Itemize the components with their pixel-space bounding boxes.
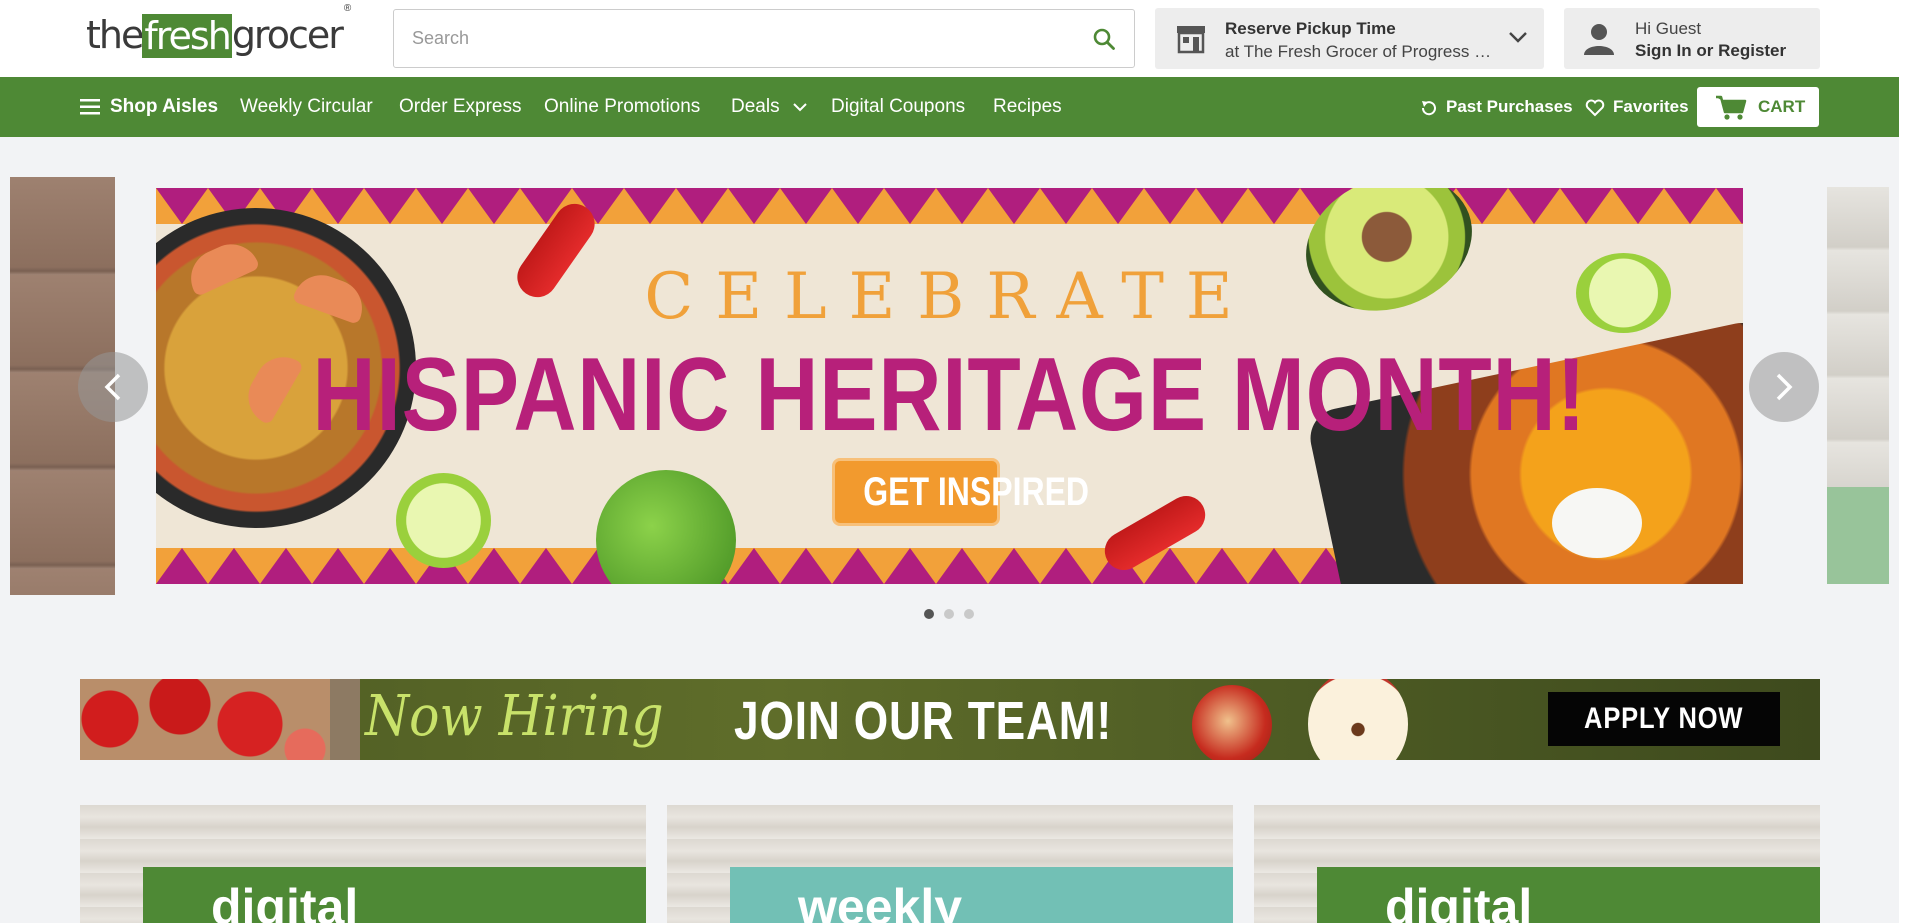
- logo-grocer: grocer: [231, 13, 344, 57]
- history-icon: [1421, 100, 1436, 115]
- carousel-dot[interactable]: [944, 609, 954, 619]
- nav-recipes[interactable]: Recipes: [993, 77, 1062, 137]
- nav-favorites[interactable]: Favorites: [1585, 77, 1689, 137]
- sour-cream-image: [1552, 488, 1642, 558]
- carousel-dot[interactable]: [964, 609, 974, 619]
- chevron-left-icon: [104, 373, 121, 401]
- get-inspired-button[interactable]: GET INSPIRED: [832, 458, 1089, 526]
- cart-button[interactable]: CART: [1697, 87, 1819, 127]
- nav-deals-label: Deals: [731, 96, 780, 117]
- account-button[interactable]: Hi Guest Sign In or Register: [1564, 8, 1820, 69]
- nav-past-purchases[interactable]: Past Purchases: [1420, 77, 1573, 137]
- search-icon[interactable]: [1092, 27, 1116, 51]
- nav-order-express[interactable]: Order Express: [399, 77, 521, 137]
- apple-image: [1192, 685, 1272, 760]
- logo-fresh: fresh: [142, 14, 232, 58]
- now-hiring-banner[interactable]: Now Hiring JOIN OUR TEAM! APPLY NOW: [80, 679, 1820, 760]
- apples-image: [80, 679, 330, 760]
- favorites-label: Favorites: [1613, 97, 1689, 116]
- logo-the: the: [86, 13, 144, 57]
- pickup-store: at The Fresh Grocer of Progress Plaza: [1225, 42, 1495, 61]
- nav-deals[interactable]: Deals: [731, 77, 807, 137]
- page-scrollbar[interactable]: [1899, 0, 1920, 923]
- now-hiring-text: Now Hiring: [365, 684, 664, 749]
- site-header: thefreshgrocer® Reserve Pickup Time at T…: [0, 0, 1899, 77]
- nav-weekly-circular[interactable]: Weekly Circular: [240, 77, 373, 137]
- get-inspired-label: GET INSPIRED: [863, 470, 1090, 514]
- hero-banner-hispanic-heritage[interactable]: CELEBRATE HISPANIC HERITAGE MONTH! GET I…: [156, 188, 1743, 584]
- carousel-next-button[interactable]: [1749, 352, 1819, 422]
- lime-image: [596, 470, 736, 584]
- carousel-dot[interactable]: [924, 609, 934, 619]
- promo-card-title: digital: [211, 879, 359, 923]
- promo-card-weekly-circular[interactable]: weekly: [667, 805, 1233, 923]
- search-box: [393, 9, 1135, 68]
- chevron-down-icon: [793, 103, 807, 112]
- apply-now-label: APPLY NOW: [1584, 702, 1744, 735]
- nav-digital-coupons[interactable]: Digital Coupons: [831, 77, 965, 137]
- banner-headline: HISPANIC HERITAGE MONTH!: [312, 337, 1587, 453]
- main-nav: Shop Aisles Weekly Circular Order Expres…: [0, 77, 1899, 137]
- lime-slice-image: [396, 473, 491, 568]
- cart-icon: [1716, 95, 1747, 120]
- logo[interactable]: the fresh grocer ®: [86, 3, 351, 58]
- search-input[interactable]: [412, 10, 1052, 67]
- zigzag-border: [156, 188, 1743, 224]
- join-our-team-text: JOIN OUR TEAM!: [734, 691, 1113, 751]
- nav-shop-aisles[interactable]: Shop Aisles: [110, 77, 218, 137]
- reserve-pickup-button[interactable]: Reserve Pickup Time at The Fresh Grocer …: [1155, 8, 1544, 69]
- banner-celebrate-text: CELEBRATE: [644, 260, 1255, 334]
- pickup-title: Reserve Pickup Time: [1225, 19, 1396, 38]
- carousel-dots: [924, 609, 974, 619]
- chevron-right-icon: [1776, 373, 1793, 401]
- account-greeting: Hi Guest: [1635, 19, 1702, 38]
- cart-label: CART: [1758, 97, 1806, 116]
- promo-card-digital[interactable]: digital: [1254, 805, 1820, 923]
- promo-card-title: digital: [1385, 879, 1533, 923]
- promo-card-title: weekly: [798, 879, 963, 923]
- apply-now-button[interactable]: APPLY NOW: [1548, 692, 1780, 746]
- logo-registered-mark: ®: [343, 3, 352, 14]
- apple-half-image: [1308, 679, 1408, 760]
- user-icon: [1584, 24, 1614, 55]
- past-purchases-label: Past Purchases: [1446, 97, 1573, 116]
- heart-icon: [1585, 99, 1605, 116]
- carousel-prev-button[interactable]: [78, 352, 148, 422]
- nav-online-promotions[interactable]: Online Promotions: [544, 77, 700, 137]
- store-icon: [1177, 26, 1205, 54]
- chevron-down-icon: [1509, 32, 1527, 43]
- promo-card-digital-coupons[interactable]: digital: [80, 805, 646, 923]
- wood-board-image: [330, 679, 360, 760]
- carousel-next-slide-peek: [1827, 187, 1889, 584]
- sign-in-link[interactable]: Sign In or Register: [1635, 41, 1786, 61]
- hamburger-icon[interactable]: [80, 99, 100, 115]
